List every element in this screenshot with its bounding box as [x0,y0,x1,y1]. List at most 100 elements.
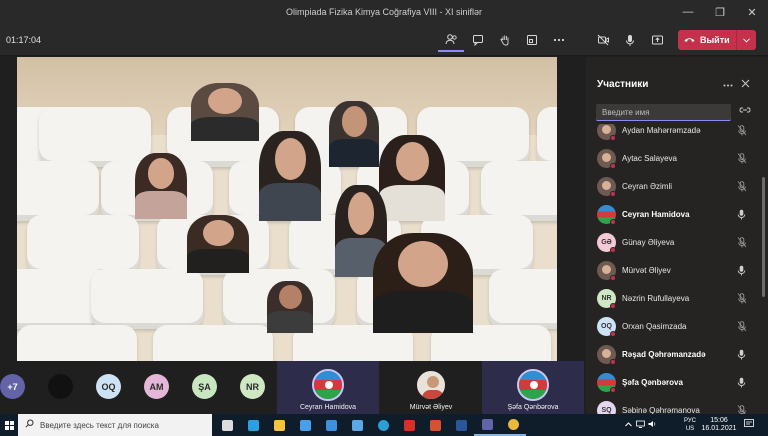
acrobat-icon[interactable] [396,414,422,436]
leave-button[interactable]: Выйти [678,30,756,50]
participant-name: Orxan Qasimzada [622,322,687,331]
participant-row[interactable]: NR Nəzrin Rufullayeva [586,286,762,312]
gallery-avatar[interactable]: AM [144,374,169,399]
participant-row[interactable]: SQ Səbinə Qəhrəmanova [586,398,762,414]
tile-name: Şəfa Qənbərova [507,404,559,411]
participant-row[interactable]: Mürvət Əliyev [586,258,762,284]
network-icon[interactable] [634,420,646,430]
gallery-video-tile[interactable]: Mürvət Əliyev [380,361,482,414]
gallery-avatar[interactable]: OQ [96,374,121,399]
store-icon[interactable] [292,414,318,436]
participant-name: Mürvət Əliyev [622,266,671,275]
mic-muted-icon[interactable] [737,237,747,250]
taskbar-apps [214,414,526,436]
explorer-icon[interactable] [266,414,292,436]
participant-cutout [191,83,259,141]
taskbar-clock[interactable]: 15:06 16.01.2021 [700,417,738,433]
participant-row[interactable]: Aytac Salayeva [586,146,762,172]
mic-muted-icon[interactable] [737,293,747,306]
skype-icon[interactable] [370,414,396,436]
minimize-button[interactable]: — [672,0,704,24]
mail-icon[interactable] [318,414,344,436]
close-icon[interactable] [741,79,750,91]
chevron-down-icon[interactable] [736,30,756,50]
windows-start-button[interactable] [0,414,18,436]
chat-icon[interactable] [465,28,491,52]
mic-icon[interactable] [737,377,746,390]
meeting-toolbar: 01:17:04 Выйти [0,24,768,56]
maximize-button[interactable]: ❐ [704,0,736,24]
people-icon[interactable] [438,28,464,52]
gallery-video-tile[interactable]: Ceyran Hamidova [277,361,379,414]
tray-chevron-up-icon[interactable] [622,421,634,429]
panel-more-icon[interactable] [723,79,733,90]
presence-badge [610,163,616,169]
participant-cutout [187,215,249,273]
avatar-initials: SQ [597,401,616,414]
camera-off-icon[interactable] [590,28,616,52]
system-tray [622,414,658,436]
shared-video-feed[interactable] [17,57,557,361]
seat [27,215,139,275]
powerpoint-icon[interactable] [422,414,448,436]
participant-gallery: +7 OQ AM ŞA NR Ceyran Hamidova Mürvət Əliyev Şə… [0,361,586,414]
mic-muted-icon[interactable] [737,125,747,138]
photos-icon[interactable] [344,414,370,436]
participant-row[interactable]: Ceyran Əzimli [586,174,762,200]
gallery-video-tile[interactable]: Şəfa Qənbərova [482,361,584,414]
gallery-avatar[interactable] [48,374,73,399]
share-icon[interactable] [644,28,670,52]
participant-list: Aydan Mahərrəmzadə Aytac Salayeva Ceyran Ə… [586,124,768,414]
participant-name: Aydan Mahərrəmzadə [622,126,701,135]
edge-icon[interactable] [240,414,266,436]
av-controls [590,28,671,52]
gallery-avatar[interactable]: NR [240,374,265,399]
windows-taskbar: Введите здесь текст для поиска РУС US 15… [0,414,768,436]
gallery-avatar[interactable]: ŞA [192,374,217,399]
presence-badge [610,303,616,309]
participant-row[interactable]: OQ Orxan Qasimzada [586,314,762,340]
task-view-icon[interactable] [214,414,240,436]
breakout-icon[interactable] [519,28,545,52]
phone-hangup-icon [678,35,700,45]
seat [537,107,557,167]
language-code: РУС [684,418,697,424]
keyboard-language[interactable]: РУС US [684,417,696,433]
participant-cutout [329,101,379,167]
participant-name: Aytac Salayeva [622,154,677,163]
close-button[interactable]: ✕ [736,0,768,24]
participant-name: Ceyran Hamidova [622,210,690,219]
taskbar-search-placeholder: Введите здесь текст для поиска [40,421,159,430]
participant-search-input[interactable]: Введите имя [596,104,731,121]
raise-hand-icon[interactable] [492,28,518,52]
mic-muted-icon[interactable] [737,181,747,194]
mic-muted-icon[interactable] [737,405,747,414]
mic-muted-icon[interactable] [737,153,747,166]
tile-name: Mürvət Əliyev [409,404,453,411]
participant-row[interactable]: Ceyran Hamidova [586,202,762,228]
participant-list-scrollbar[interactable] [762,177,765,297]
participant-cutout [267,281,313,333]
taskbar-search-input[interactable]: Введите здесь текст для поиска [18,414,212,436]
mic-icon[interactable] [617,28,643,52]
mic-muted-icon[interactable] [737,321,747,334]
mic-icon[interactable] [737,265,746,278]
participant-row[interactable]: Rəşad Qəhrəmanzadə [586,342,762,368]
tile-name: Ceyran Hamidova [299,404,357,411]
window-title: Olimpiada Fizika Kimya Coğrafiya VIII - … [285,7,483,17]
chrome-icon[interactable] [500,414,526,436]
participant-row[interactable]: GƏ Günay Əliyeva [586,230,762,256]
presence-badge [610,219,616,225]
participant-row[interactable]: Şəfa Qənbərova [586,370,762,396]
share-invite-icon[interactable] [739,105,753,119]
volume-icon[interactable] [646,420,658,430]
teams-icon[interactable] [474,414,500,436]
participant-row[interactable]: Aydan Mahərrəmzadə [586,124,762,144]
notification-icon[interactable] [744,419,754,430]
more-icon[interactable] [546,28,572,52]
presence-badge [610,387,616,393]
more-participants-button[interactable]: +7 [0,374,25,399]
mic-icon[interactable] [737,209,746,222]
mic-icon[interactable] [737,349,746,362]
word-icon[interactable] [448,414,474,436]
